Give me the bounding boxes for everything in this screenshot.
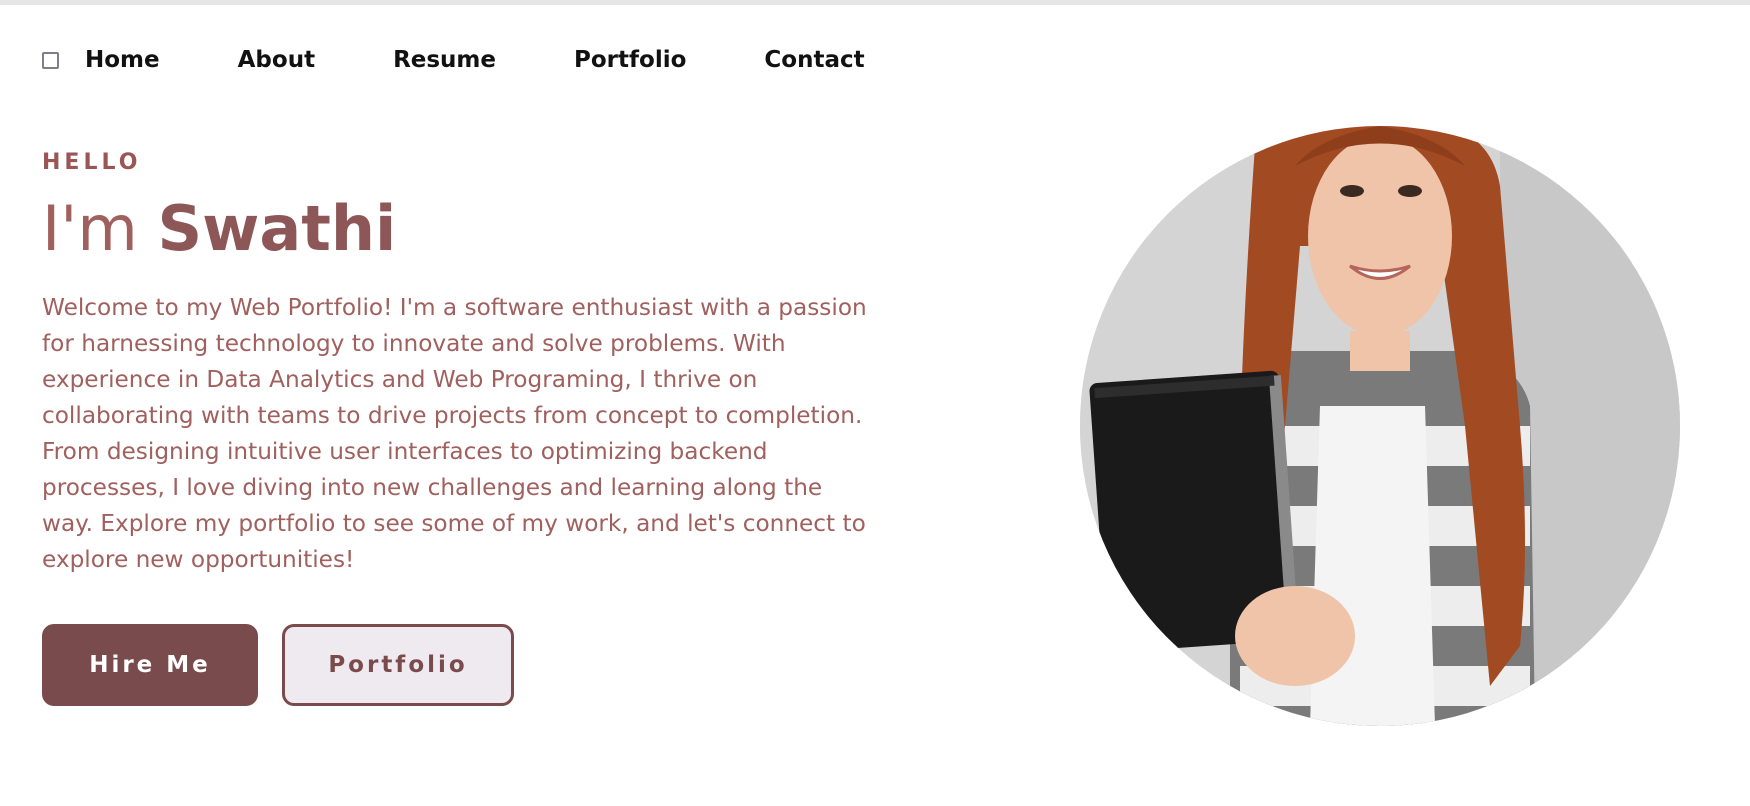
nav-link-resume[interactable]: Resume [393,47,496,73]
hero-section: HELLO I'm Swathi Welcome to my Web Portf… [42,148,872,578]
menu-toggle-checkbox-icon[interactable] [42,51,59,69]
nav-link-about[interactable]: About [238,47,315,73]
profile-photo-illustration [1080,126,1680,726]
nav-link-contact[interactable]: Contact [764,47,864,73]
hire-me-button[interactable]: Hire Me [42,624,258,706]
greeting-label: HELLO [42,150,142,175]
headline-prefix: I'm [42,192,158,265]
profile-photo [1080,126,1680,726]
nav-link-portfolio[interactable]: Portfolio [574,47,686,73]
hero-headline: I'm Swathi [42,196,872,262]
portfolio-button[interactable]: Portfolio [282,624,514,706]
hero-intro-paragraph: Welcome to my Web Portfolio! I'm a softw… [42,294,867,573]
nav-link-home[interactable]: Home [85,47,160,73]
main-nav: Home About Resume Portfolio Contact [42,42,943,78]
hero-buttons: Hire Me Portfolio [42,624,514,706]
top-divider [0,0,1750,5]
hero-name: Swathi [157,192,397,265]
